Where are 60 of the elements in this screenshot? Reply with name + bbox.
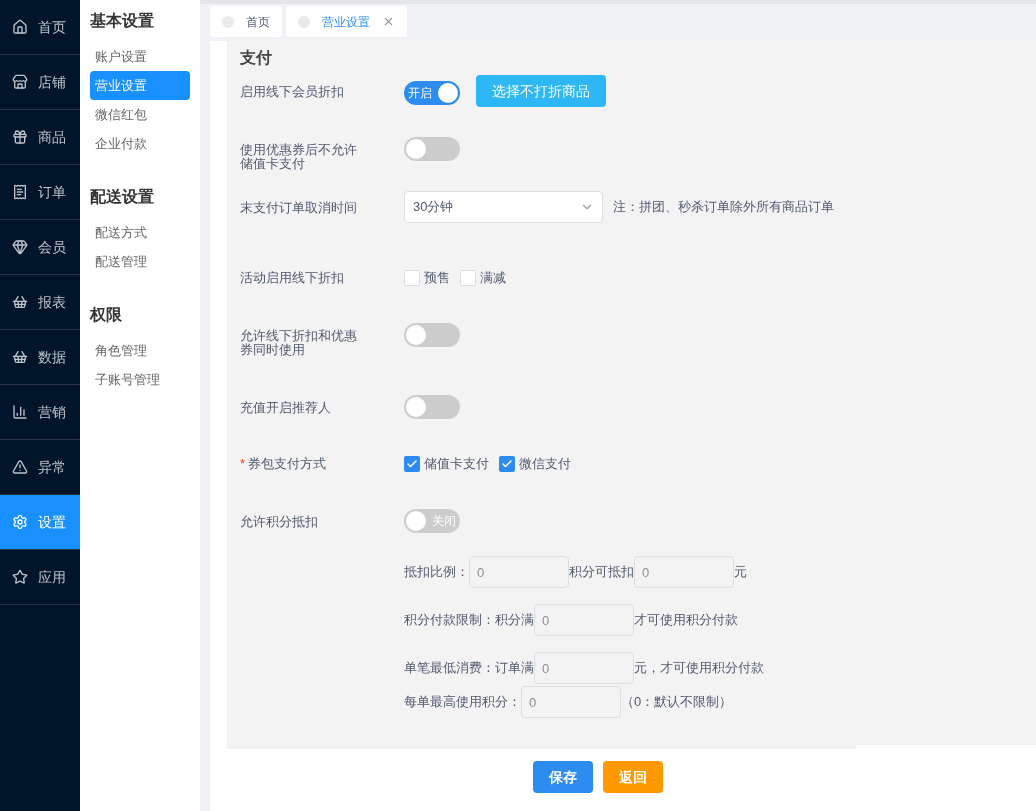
input-caption: （0：默认不限制） (621, 693, 733, 712)
submenu-item[interactable]: 子账号管理 (90, 365, 190, 394)
warning-icon (12, 459, 28, 475)
field-label: 券包支付方式 (248, 457, 327, 471)
submenu-heading: 权限 (90, 305, 123, 325)
submenu-item[interactable]: 配送管理 (90, 247, 190, 276)
page-tab[interactable]: 首页 (210, 6, 282, 37)
home-icon (12, 19, 28, 35)
checkbox[interactable] (404, 269, 420, 286)
check-icon (406, 457, 418, 470)
toggle-switch[interactable] (404, 395, 460, 419)
checkbox[interactable] (499, 455, 515, 472)
submenu-heading: 基本设置 (90, 11, 155, 31)
field-label: 允许积分抵扣 (240, 515, 318, 529)
field-label: 允许线下折扣和优惠券同时使用 (240, 329, 358, 357)
submenu-item[interactable]: 微信红包 (90, 100, 190, 129)
star-icon (12, 569, 28, 585)
receipt-icon (12, 184, 28, 200)
toggle-switch[interactable] (404, 137, 460, 161)
store-icon (12, 74, 28, 90)
basket-icon (12, 349, 28, 365)
submenu-item[interactable]: 角色管理 (90, 336, 190, 365)
field-label: 启用线下会员折扣 (240, 85, 344, 99)
save-button[interactable]: 保存 (533, 761, 593, 793)
field-label: 末支付订单取消时间 (240, 201, 357, 215)
select-field[interactable]: 30分钟 (404, 191, 603, 223)
required-mark: * (240, 457, 246, 471)
checkbox[interactable] (460, 269, 476, 286)
input-caption: 积分付款限制：积分满 (404, 611, 534, 630)
field-label: 使用优惠券后不允许储值卡支付 (240, 143, 358, 171)
input-caption: 元，才可使用积分付款 (634, 659, 764, 678)
submenu-item[interactable]: 企业付款 (90, 129, 190, 158)
submenu-item[interactable]: 配送方式 (90, 218, 190, 247)
section-title: 支付 (240, 48, 273, 68)
input-caption: 元 (734, 563, 747, 582)
diamond-icon (12, 239, 28, 255)
field-label: 充值开启推荐人 (240, 401, 331, 415)
checkbox-option[interactable]: 预售 (404, 268, 450, 288)
settings-icon (12, 514, 28, 530)
submenu-item[interactable]: 账户设置 (90, 42, 190, 71)
check-icon (501, 457, 513, 470)
gift-icon (12, 129, 28, 145)
input-caption: 才可使用积分付款 (634, 611, 738, 630)
checkbox-option[interactable]: 储值卡支付 (404, 454, 489, 474)
checkbox-option[interactable]: 满减 (460, 268, 506, 288)
submenu-heading: 配送设置 (90, 187, 155, 207)
basket-icon (12, 294, 28, 310)
input-caption: 单笔最低消费：订单满 (404, 659, 534, 678)
bar-chart-icon (12, 404, 28, 420)
toggle-switch[interactable]: 开启 (404, 81, 460, 105)
input-caption: 每单最高使用积分： (404, 693, 521, 712)
input-caption: 抵扣比例： (404, 563, 469, 582)
field-label: 活动启用线下折扣 (240, 271, 344, 285)
input-caption: 积分可抵扣 (569, 563, 634, 582)
checkbox[interactable] (404, 455, 420, 472)
toggle-switch[interactable] (404, 323, 460, 347)
checkbox-option[interactable]: 微信支付 (499, 454, 571, 474)
note-text: 注：拼团、秒杀订单除外所有商品订单 (613, 198, 834, 217)
page-tab[interactable]: 营业设置 (286, 6, 407, 37)
close-icon[interactable] (382, 15, 395, 28)
